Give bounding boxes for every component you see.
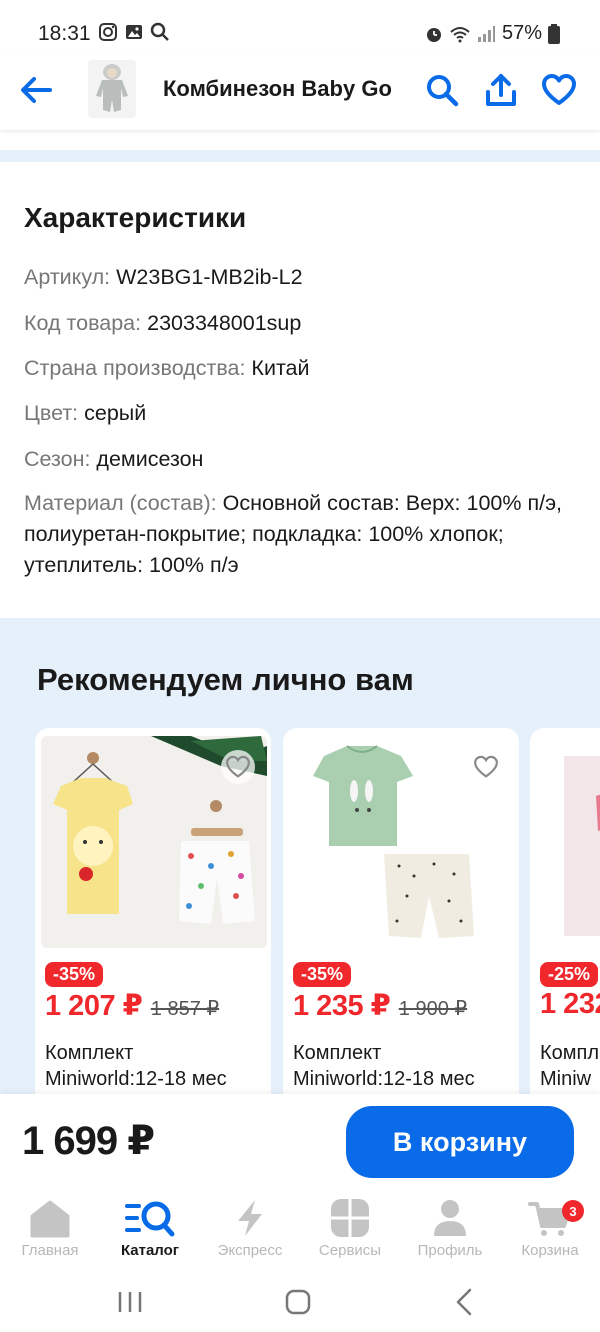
heart-outline-icon bbox=[226, 755, 250, 778]
char-key: Страна производства: bbox=[24, 356, 246, 380]
favorite-button[interactable] bbox=[221, 750, 255, 784]
page-title: Комбинезон Baby Go bbox=[163, 76, 392, 101]
char-row-season: Сезон: демисезон bbox=[24, 444, 576, 475]
battery-icon bbox=[548, 23, 560, 44]
search-icon bbox=[150, 22, 169, 41]
nav-item-cart[interactable]: 3 Корзина bbox=[500, 1190, 600, 1272]
back-arrow-icon[interactable] bbox=[18, 72, 54, 108]
nav-item-catalog[interactable]: Каталог bbox=[100, 1190, 200, 1272]
char-row-article: Артикул: W23BG1-MB2ib-L2 bbox=[24, 262, 576, 293]
characteristics-section: Характеристики Артикул: W23BG1-MB2ib-L2 … bbox=[0, 162, 600, 618]
gallery-icon bbox=[126, 25, 142, 39]
char-value: демисезон bbox=[96, 447, 204, 471]
char-key: Материал (состав): bbox=[24, 491, 217, 515]
catalog-search-icon bbox=[125, 1201, 175, 1237]
product-subtitle: Miniworld:12-18 мес bbox=[45, 1068, 227, 1090]
lightning-icon bbox=[238, 1200, 262, 1236]
battery-percent: 57% bbox=[501, 22, 542, 44]
product-card[interactable]: -35% 1 235 ₽ 1 900 ₽ Комплект Miniworld:… bbox=[283, 728, 519, 1094]
old-price: 1 857 ₽ bbox=[150, 998, 220, 1020]
nav-label: Профиль bbox=[417, 1242, 483, 1259]
char-value: серый bbox=[84, 401, 147, 425]
heart-outline-icon bbox=[474, 755, 498, 778]
discount-badge: -35% bbox=[45, 962, 104, 987]
product-name: Комплект bbox=[45, 1042, 134, 1064]
product-title: Компл Miniw bbox=[540, 1040, 599, 1092]
product-image bbox=[289, 736, 515, 948]
price-block: 1 232 bbox=[540, 988, 600, 1021]
instagram-icon bbox=[99, 23, 117, 41]
price-block: 1 207 ₽ 1 857 ₽ bbox=[45, 988, 219, 1023]
alarm-icon bbox=[426, 27, 441, 42]
status-left-icons bbox=[98, 22, 170, 42]
product-subtitle: Miniworld:12-18 мес bbox=[293, 1068, 475, 1090]
char-row-color: Цвет: серый bbox=[24, 398, 576, 429]
section-divider bbox=[0, 150, 600, 162]
current-price: 1 232 bbox=[540, 988, 600, 1020]
system-navigation bbox=[0, 1272, 600, 1332]
back-icon[interactable] bbox=[448, 1284, 484, 1320]
wifi-icon bbox=[450, 26, 470, 42]
nav-item-profile[interactable]: Профиль bbox=[400, 1190, 500, 1272]
status-time: 18:31 bbox=[38, 22, 91, 45]
char-row-code: Код товара: 2303348001sup bbox=[24, 308, 576, 339]
kids-outfit-image bbox=[536, 736, 600, 948]
search-icon[interactable] bbox=[424, 72, 460, 108]
product-name: Компл bbox=[540, 1042, 600, 1064]
product-card[interactable]: -35% 1 207 ₽ 1 857 ₽ Комплект Miniworld:… bbox=[35, 728, 271, 1094]
nav-label: Каталог bbox=[120, 1242, 180, 1259]
nav-item-services[interactable]: Сервисы bbox=[300, 1190, 400, 1272]
product-image bbox=[536, 736, 600, 948]
signal-icon bbox=[477, 25, 495, 42]
nav-label: Корзина bbox=[521, 1242, 579, 1259]
discount-badge: -35% bbox=[293, 962, 352, 987]
current-price: 1 207 ₽ bbox=[45, 990, 143, 1022]
product-subtitle: Miniw bbox=[540, 1068, 592, 1090]
discount-badge: -25% bbox=[540, 962, 599, 987]
current-price: 1 235 ₽ bbox=[293, 990, 391, 1022]
product-title: Комплект Miniworld:12-18 мес bbox=[293, 1040, 475, 1092]
char-value: W23BG1-MB2ib-L2 bbox=[116, 265, 303, 289]
char-value: 2303348001sup bbox=[147, 311, 302, 335]
char-value: Китай bbox=[251, 356, 310, 380]
bottom-navigation: Главная Каталог Экспресс Сервисы Профиль… bbox=[0, 1190, 600, 1272]
heart-icon[interactable] bbox=[541, 72, 577, 108]
price-block: 1 235 ₽ 1 900 ₽ bbox=[293, 988, 467, 1023]
char-row-material: Материал (состав): Основной состав: Верх… bbox=[24, 488, 576, 581]
nav-item-home[interactable]: Главная bbox=[0, 1190, 100, 1272]
share-icon[interactable] bbox=[483, 72, 519, 108]
recent-apps-icon[interactable] bbox=[112, 1284, 148, 1320]
product-price: 1 699 ₽ bbox=[22, 1119, 155, 1163]
jumpsuit-image bbox=[88, 60, 136, 118]
old-price: 1 900 ₽ bbox=[398, 998, 468, 1020]
nav-label: Главная bbox=[21, 1242, 79, 1259]
product-thumbnail[interactable] bbox=[88, 60, 136, 118]
char-key: Цвет: bbox=[24, 401, 79, 425]
product-title: Комплект Miniworld:12-18 мес bbox=[45, 1040, 227, 1092]
home-button-icon[interactable] bbox=[280, 1284, 316, 1320]
product-name: Комплект bbox=[293, 1042, 382, 1064]
recommendations-title: Рекомендуем лично вам bbox=[37, 662, 414, 697]
recommendations-section: Рекомендуем лично вам -35% 1 207 ₽ 1 857… bbox=[0, 618, 600, 1094]
product-header: Комбинезон Baby Go bbox=[0, 52, 600, 130]
product-image bbox=[41, 736, 267, 948]
status-right-icons: 57% bbox=[424, 22, 560, 45]
char-key: Сезон: bbox=[24, 447, 91, 471]
profile-icon bbox=[434, 1200, 466, 1236]
cart-count-badge: 3 bbox=[562, 1200, 584, 1222]
nav-label: Экспресс bbox=[217, 1242, 283, 1259]
char-key: Артикул: bbox=[24, 265, 111, 289]
home-icon bbox=[30, 1200, 70, 1238]
buy-bar: 1 699 ₽ В корзину bbox=[0, 1094, 600, 1190]
add-to-cart-button[interactable]: В корзину bbox=[346, 1106, 574, 1178]
characteristics-title: Характеристики bbox=[24, 202, 247, 233]
services-icon bbox=[331, 1199, 369, 1237]
nav-label: Сервисы bbox=[318, 1242, 382, 1259]
char-key: Код товара: bbox=[24, 311, 142, 335]
char-row-country: Страна производства: Китай bbox=[24, 353, 576, 384]
nav-item-express[interactable]: Экспресс bbox=[200, 1190, 300, 1272]
product-card[interactable]: -25% 1 232 Компл Miniw bbox=[530, 728, 600, 1094]
favorite-button[interactable] bbox=[469, 750, 503, 784]
